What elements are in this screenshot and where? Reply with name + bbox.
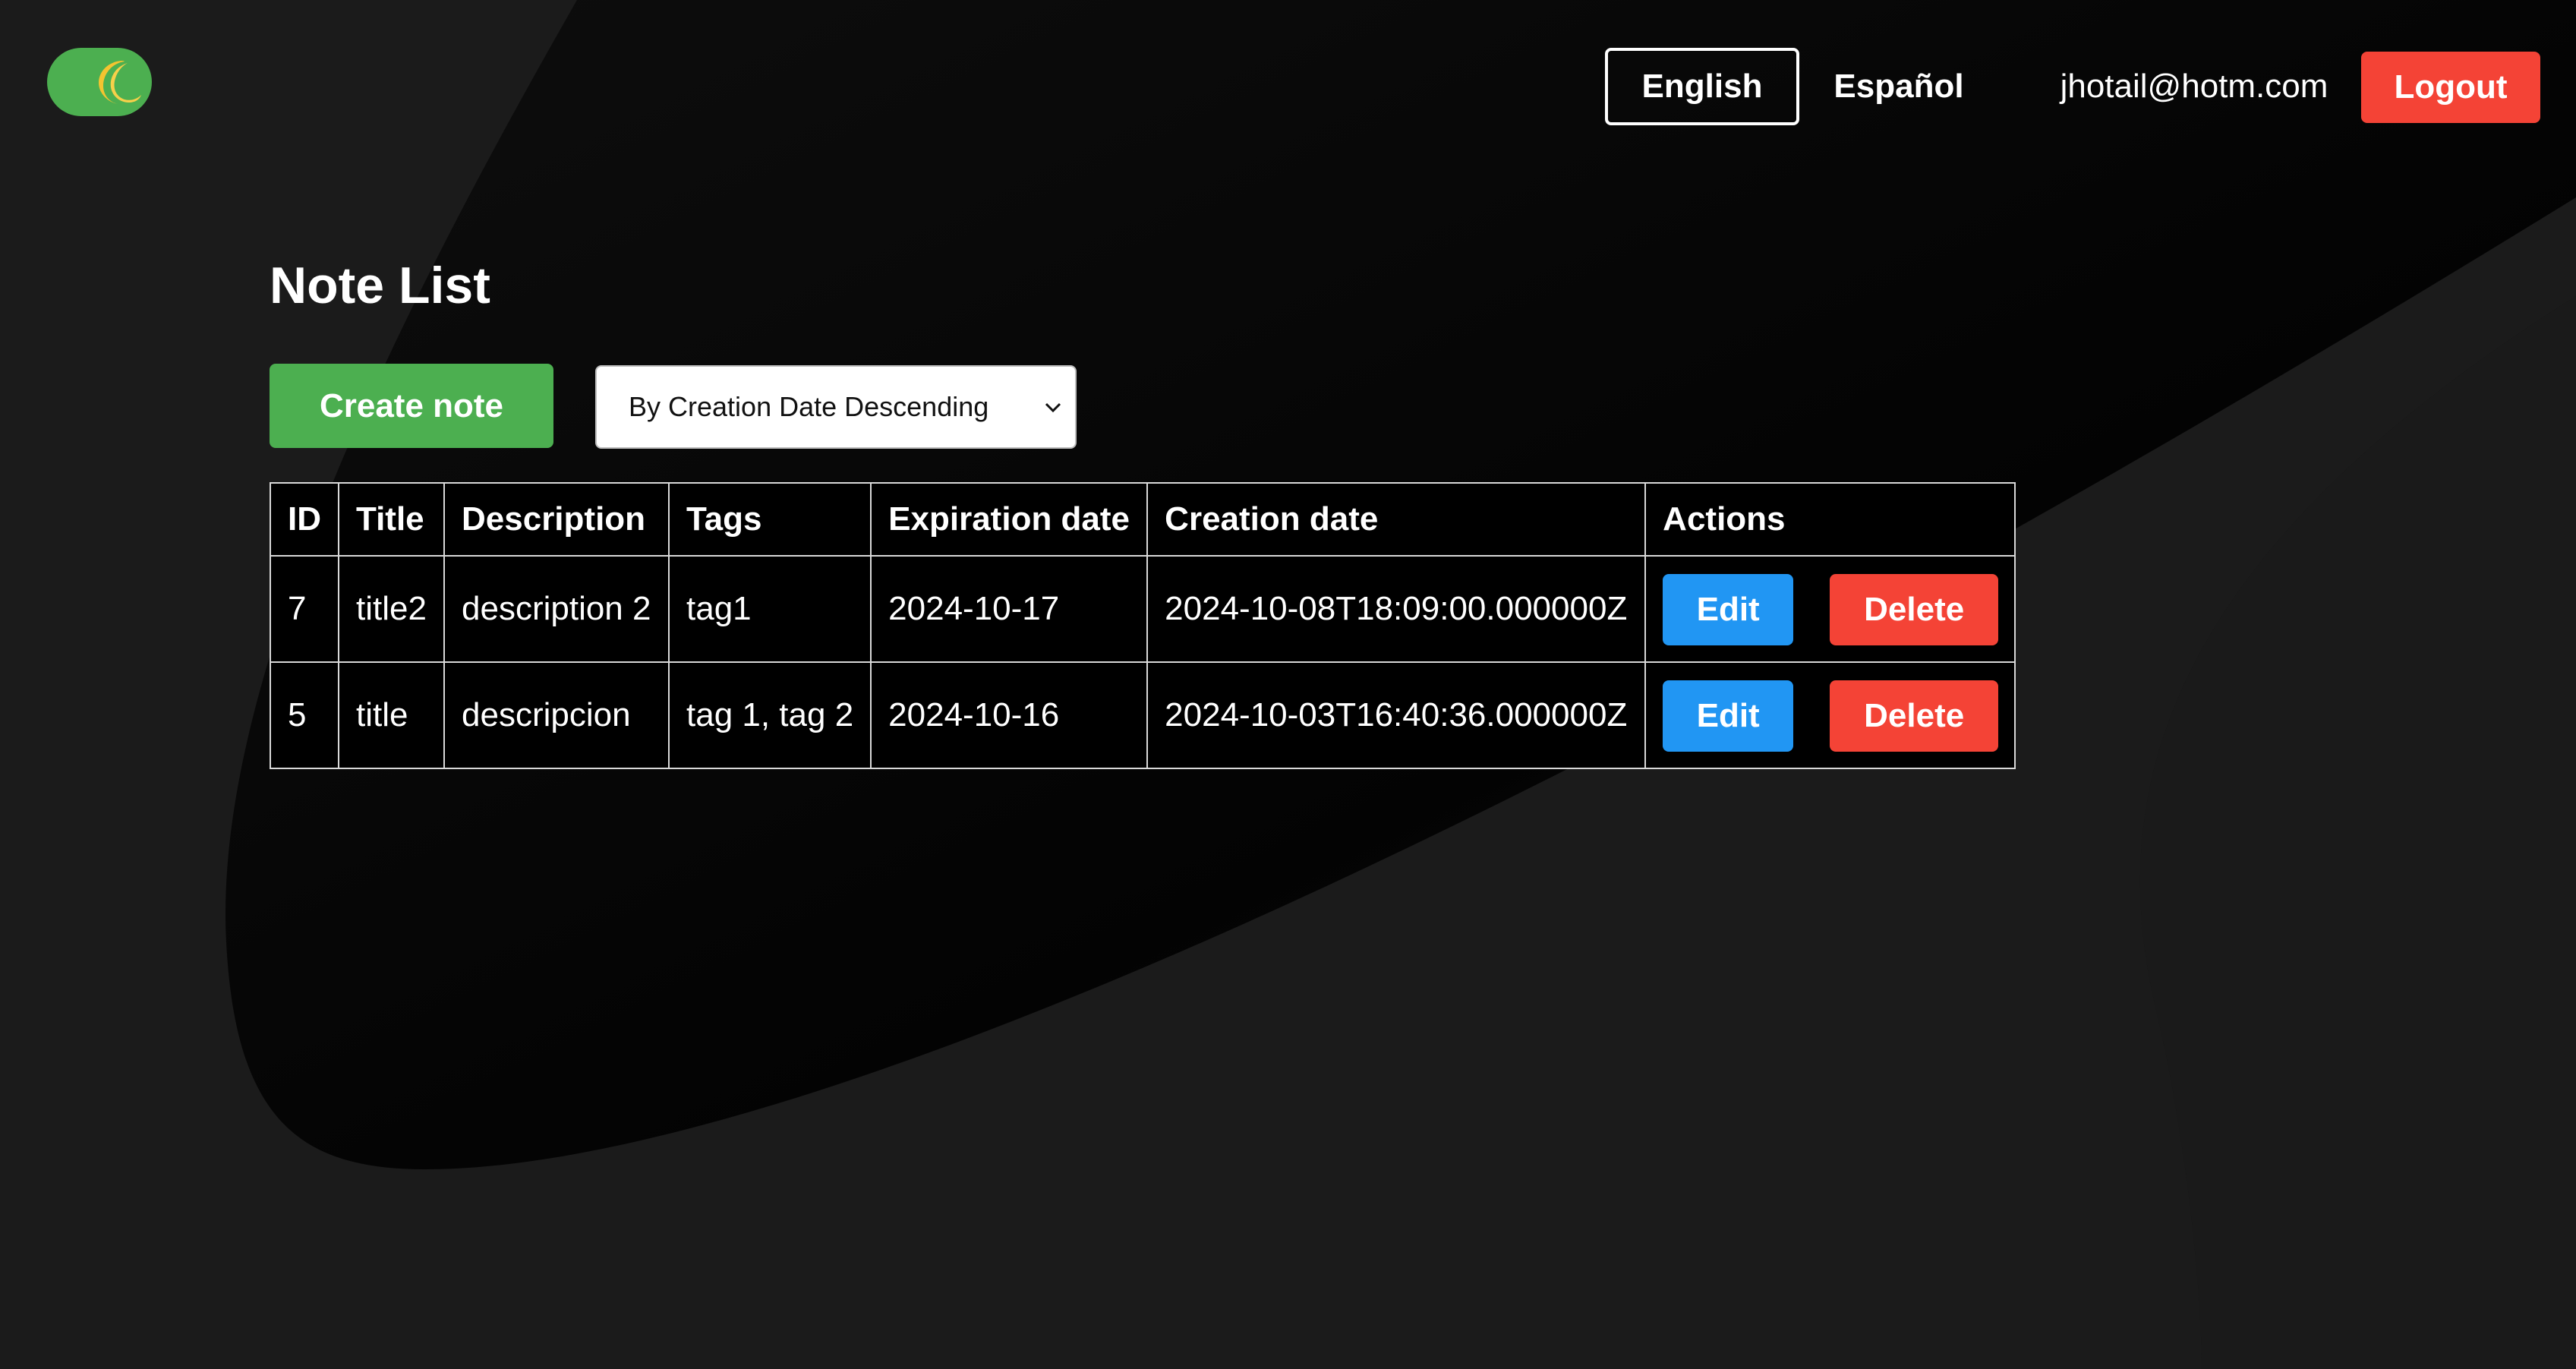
cell-id: 5 <box>270 661 339 769</box>
cell-actions: Edit Delete <box>1644 555 2016 663</box>
cell-description: descripcion <box>443 661 670 769</box>
cell-tags: tag1 <box>667 555 872 663</box>
sort-select-value: By Creation Date Descending <box>629 391 989 422</box>
column-header-expiration-date: Expiration date <box>870 482 1149 557</box>
column-header-tags: Tags <box>667 482 872 557</box>
table-row: 7 title2 description 2 tag1 2024-10-17 2… <box>270 555 2016 663</box>
table-row: 5 title descripcion tag 1, tag 2 2024-10… <box>270 661 2016 769</box>
column-header-description: Description <box>443 482 670 557</box>
crescent-moon-icon <box>87 52 146 112</box>
create-note-button[interactable]: Create note <box>270 364 553 448</box>
cell-title: title2 <box>338 555 445 663</box>
edit-button[interactable]: Edit <box>1663 680 1794 752</box>
notes-table: ID Title Description Tags Expiration dat… <box>270 482 2016 769</box>
delete-button[interactable]: Delete <box>1830 680 1999 752</box>
page-title: Note List <box>270 257 490 314</box>
theme-toggle[interactable] <box>47 48 152 116</box>
edit-button[interactable]: Edit <box>1663 574 1794 645</box>
language-spanish-button[interactable]: Español <box>1819 48 1979 125</box>
cell-expiration-date: 2024-10-16 <box>870 661 1149 769</box>
delete-button[interactable]: Delete <box>1830 574 1999 645</box>
language-english-button[interactable]: English <box>1605 48 1799 125</box>
cell-id: 7 <box>270 555 339 663</box>
column-header-title: Title <box>338 482 445 557</box>
column-header-actions: Actions <box>1644 482 2016 557</box>
sort-select[interactable]: By Creation Date Descending <box>595 365 1077 449</box>
table-header-row: ID Title Description Tags Expiration dat… <box>270 482 2016 557</box>
column-header-id: ID <box>270 482 339 557</box>
cell-title: title <box>338 661 445 769</box>
cell-creation-date: 2024-10-03T16:40:36.000000Z <box>1146 661 1647 769</box>
cell-creation-date: 2024-10-08T18:09:00.000000Z <box>1146 555 1647 663</box>
user-email: jhotail@hotm.com <box>2060 68 2328 105</box>
cell-description: description 2 <box>443 555 670 663</box>
chevron-down-icon <box>1040 394 1066 427</box>
cell-actions: Edit Delete <box>1644 661 2016 769</box>
cell-expiration-date: 2024-10-17 <box>870 555 1149 663</box>
cell-tags: tag 1, tag 2 <box>667 661 872 769</box>
column-header-creation-date: Creation date <box>1146 482 1647 557</box>
logout-button[interactable]: Logout <box>2361 52 2540 123</box>
